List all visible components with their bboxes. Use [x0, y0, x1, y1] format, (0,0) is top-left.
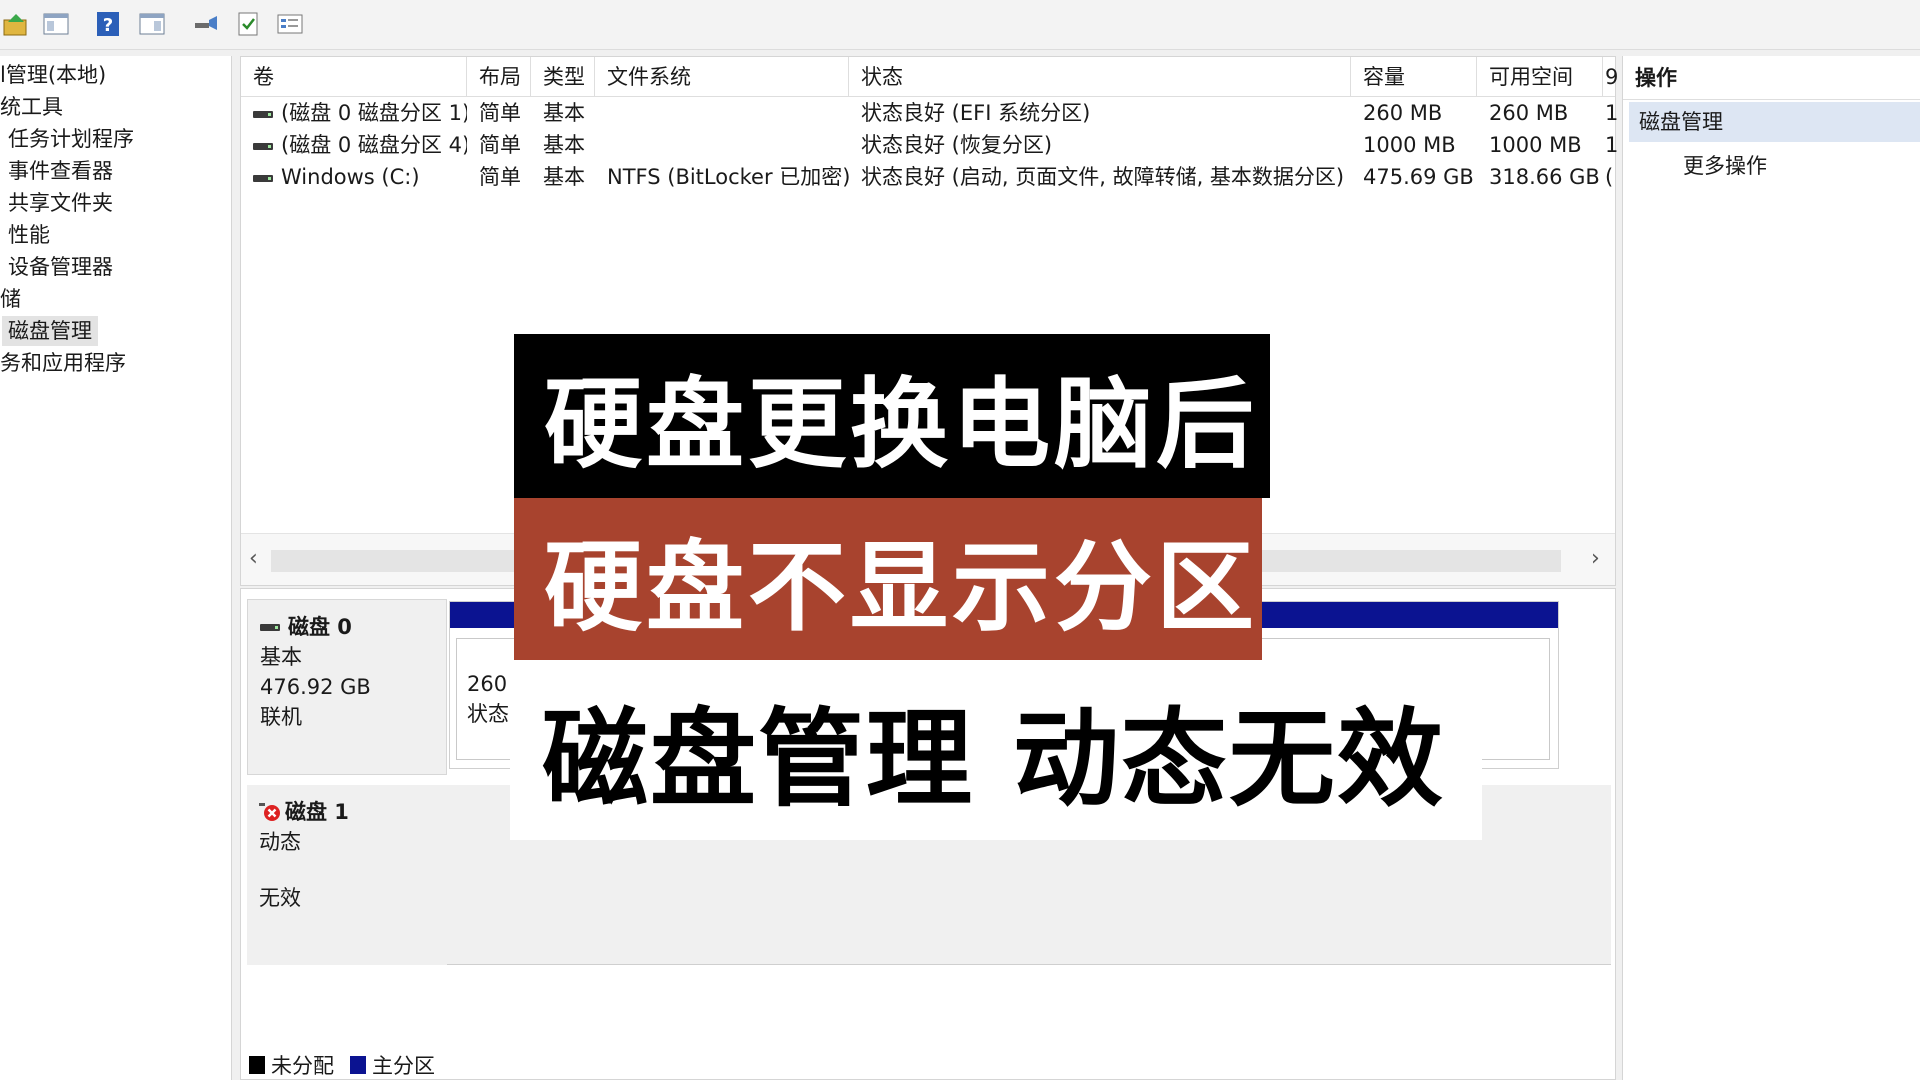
cell-status: 状态良好 (EFI 系统分区) [861, 101, 1091, 125]
overlay-title-line3: 磁盘管理 动态无效 [510, 660, 1482, 840]
action-pane-icon[interactable] [136, 8, 168, 40]
cell-extra: 1 [1605, 133, 1617, 157]
column-header-filesystem[interactable]: 文件系统 [595, 57, 849, 97]
action-disk-management[interactable]: 磁盘管理 [1629, 102, 1920, 142]
scroll-right-icon[interactable]: › [1591, 546, 1600, 571]
tree-item-performance[interactable]: 性能 [8, 220, 50, 250]
tree-item-task-scheduler[interactable]: 任务计划程序 [8, 124, 134, 154]
actions-header: 操作 [1623, 56, 1920, 100]
cell-filesystem [595, 97, 849, 129]
cell-volume: (磁盘 0 磁盘分区 4) [241, 129, 467, 161]
disk-1-title: 磁盘 1 [259, 797, 435, 827]
tree-item-device-manager[interactable]: 设备管理器 [8, 252, 113, 282]
table-row[interactable]: Windows (C:) 简单 基本 NTFS (BitLocker 已加密) … [241, 161, 1615, 193]
cell-volume: (磁盘 0 磁盘分区 1) [241, 97, 467, 129]
column-header-type[interactable]: 类型 [531, 57, 595, 97]
volume-name: Windows (C:) [281, 165, 420, 189]
disk-0-info[interactable]: 磁盘 0 基本 476.92 GB 联机 [247, 599, 447, 775]
properties-icon[interactable] [274, 8, 306, 40]
column-header-status[interactable]: 状态 [849, 57, 1351, 97]
disk-0-size: 476.92 GB [260, 675, 371, 699]
tree-item-services-apps[interactable]: 务和应用程序 [0, 348, 126, 378]
legend-unallocated: 未分配 [271, 1054, 334, 1078]
cell-capacity: 475.69 GB [1363, 165, 1474, 189]
cell-free-space: 318.66 GB [1489, 165, 1600, 189]
legend-primary: 主分区 [372, 1054, 435, 1078]
toolbar: ? [0, 0, 1920, 50]
primary-swatch [350, 1056, 366, 1074]
disk-1-state: 无效 [259, 886, 301, 910]
tree-item-system-tools[interactable]: 统工具 [0, 92, 63, 122]
tree-item-computer-management[interactable]: l管理(本地) [0, 60, 106, 90]
cell-type: 基本 [543, 165, 585, 189]
overlay-title-line1: 硬盘更换电脑后 [514, 334, 1270, 498]
volume-name: (磁盘 0 磁盘分区 4) [281, 133, 467, 157]
cell-free-space: 1000 MB [1489, 133, 1582, 157]
connect-icon[interactable] [190, 8, 222, 40]
disk-1-info[interactable]: 磁盘 1 动态 无效 [247, 785, 447, 965]
column-header-volume[interactable]: 卷 [241, 57, 467, 97]
table-header: 卷 布局 类型 文件系统 状态 容量 可用空间 9 [241, 57, 1617, 97]
cell-layout: 简单 [479, 133, 521, 157]
tree-item-storage[interactable]: 储 [0, 284, 21, 314]
drive-icon [253, 110, 273, 118]
column-header-capacity[interactable]: 容量 [1351, 57, 1477, 97]
cell-type: 基本 [543, 101, 585, 125]
help-icon[interactable]: ? [92, 8, 124, 40]
action-more-actions[interactable]: 更多操作 [1683, 148, 1767, 184]
actions-pane: 操作 磁盘管理 更多操作 [1622, 56, 1920, 1080]
disk-1-type: 动态 [259, 830, 301, 854]
table-row[interactable]: (磁盘 0 磁盘分区 4) 简单 基本 状态良好 (恢复分区) 1000 MB … [241, 129, 1617, 161]
column-header-layout[interactable]: 布局 [467, 57, 531, 97]
svg-text:?: ? [103, 15, 113, 36]
cell-layout: 简单 [479, 165, 521, 189]
column-header-free-space[interactable]: 可用空间 [1477, 57, 1603, 97]
cell-volume: Windows (C:) [241, 161, 467, 193]
unallocated-swatch [249, 1056, 265, 1074]
volume-name: (磁盘 0 磁盘分区 1) [281, 101, 467, 125]
tree-item-disk-management[interactable]: 磁盘管理 [2, 316, 98, 346]
scroll-left-icon[interactable]: ‹ [249, 546, 258, 571]
legend: 未分配 主分区 [249, 1051, 435, 1079]
cell-type: 基本 [543, 133, 585, 157]
column-header-more[interactable]: 9 [1603, 57, 1617, 97]
disk-drive-icon [260, 623, 280, 631]
cell-status: 状态良好 (启动, 页面文件, 故障转储, 基本数据分区) [861, 165, 1345, 189]
cell-capacity: 260 MB [1363, 101, 1443, 125]
checklist-icon[interactable] [232, 8, 264, 40]
show-hide-tree-icon[interactable] [40, 8, 72, 40]
cell-free-space: 260 MB [1489, 101, 1569, 125]
disk-error-icon [259, 801, 281, 823]
tree-item-shared-folders[interactable]: 共享文件夹 [8, 188, 113, 218]
cell-extra: ( [1605, 165, 1614, 189]
cell-filesystem: NTFS (BitLocker 已加密) [607, 165, 849, 189]
cell-filesystem [595, 129, 849, 161]
overlay-title-line2: 硬盘不显示分区 [514, 498, 1262, 660]
disk-0-title: 磁盘 0 [260, 612, 434, 642]
disk-0-label: 磁盘 0 [288, 615, 352, 639]
cell-layout: 简单 [479, 101, 521, 125]
drive-icon [253, 142, 273, 150]
cell-extra: 1 [1605, 101, 1617, 125]
up-folder-icon[interactable] [0, 8, 32, 40]
cell-capacity: 1000 MB [1363, 133, 1456, 157]
drive-icon [253, 174, 273, 182]
table-row[interactable]: (磁盘 0 磁盘分区 1) 简单 基本 状态良好 (EFI 系统分区) 260 … [241, 97, 1617, 129]
disk-0-type: 基本 [260, 645, 302, 669]
disk-0-state: 联机 [260, 705, 302, 729]
cell-status: 状态良好 (恢复分区) [861, 133, 1053, 157]
console-tree: l管理(本地) 统工具 任务计划程序 事件查看器 共享文件夹 性能 设备管理器 … [0, 56, 232, 1080]
tree-item-event-viewer[interactable]: 事件查看器 [8, 156, 113, 186]
disk-1-label: 磁盘 1 [285, 800, 349, 824]
